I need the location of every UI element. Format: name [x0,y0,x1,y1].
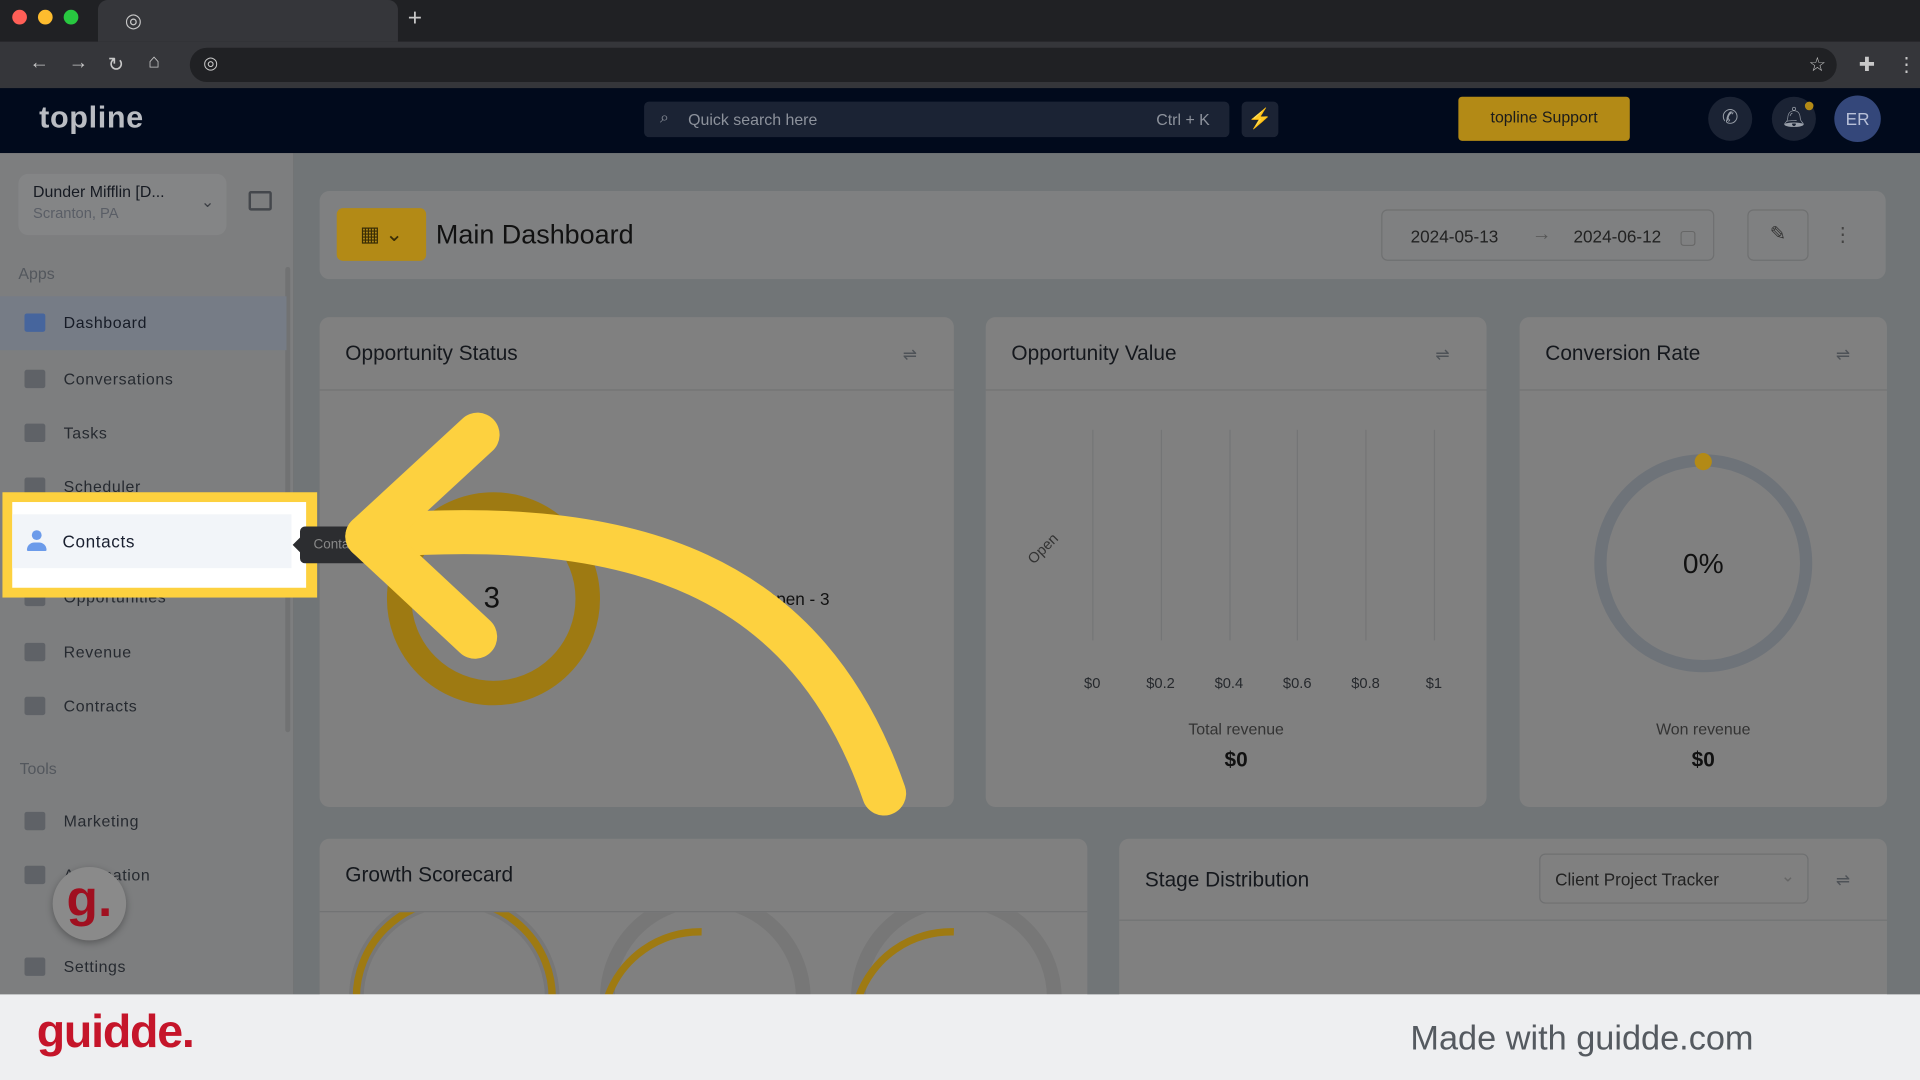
made-with-text: Made with guidde.com [1410,1018,1754,1057]
guidde-logo: guidde. [36,1006,195,1058]
pointer-arrow [345,412,907,816]
arrow-shaft [345,510,907,816]
